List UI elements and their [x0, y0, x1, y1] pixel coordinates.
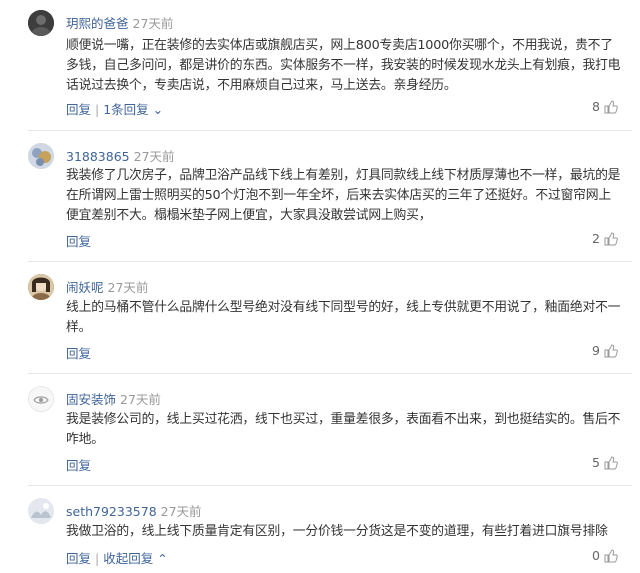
separator: |: [95, 102, 100, 117]
like-button[interactable]: 5: [592, 455, 618, 470]
view-replies-button[interactable]: 1条回复: [103, 102, 148, 117]
thumbs-up-icon: [604, 231, 618, 245]
username[interactable]: 闹妖呢: [66, 280, 104, 295]
comment-text: 我做卫浴的，线上线下质量肯定有区别，一分价钱一分货这是不变的道理，有些打着进口旗…: [66, 524, 608, 539]
avatar[interactable]: [28, 274, 54, 300]
avatar[interactable]: [28, 143, 54, 169]
comment-actions: 回复: [66, 231, 91, 250]
comment-author[interactable]: 31883865 27天前: [66, 146, 175, 165]
like-count: 8: [592, 99, 600, 114]
comment-text: 我装修了几次房子，品牌卫浴产品线下线上有差别，灯具同款线上线下材质厚薄也不一样，…: [66, 168, 621, 223]
thumbs-up-icon: [604, 343, 618, 357]
comment-time: 27天前: [133, 149, 175, 164]
comment-actions: 回复 | 收起回复 ⌃: [66, 548, 168, 567]
divider: [28, 261, 632, 262]
comment-time: 27天前: [160, 504, 202, 519]
like-button[interactable]: 2: [592, 231, 618, 246]
username[interactable]: seth79233578: [66, 504, 157, 519]
collapse-replies-button[interactable]: 收起回复: [103, 551, 153, 566]
username[interactable]: 玥熙的爸爸: [66, 16, 129, 31]
like-button[interactable]: 0: [592, 548, 618, 563]
reply-button[interactable]: 回复: [66, 234, 91, 249]
divider: [28, 130, 632, 131]
comment-actions: 回复: [66, 455, 91, 474]
reply-button[interactable]: 回复: [66, 551, 91, 566]
thumbs-up-icon: [604, 455, 618, 469]
like-count: 9: [592, 343, 600, 358]
comment-author[interactable]: 玥熙的爸爸 27天前: [66, 13, 173, 32]
like-count: 0: [592, 548, 600, 563]
separator: |: [95, 551, 100, 566]
comment-text: 顺便说一嘴，正在装修的去实体店或旗舰店买，网上800专卖店1000你买哪个，不用…: [66, 38, 621, 93]
chevron-up-icon[interactable]: ⌃: [153, 551, 167, 566]
reply-button[interactable]: 回复: [66, 458, 91, 473]
divider: [28, 373, 632, 374]
divider: [28, 485, 632, 486]
like-count: 2: [592, 231, 600, 246]
comment-actions: 回复 | 1条回复 ⌄: [66, 99, 163, 118]
avatar[interactable]: [28, 10, 54, 36]
like-button[interactable]: 9: [592, 343, 618, 358]
comment-text: 我是装修公司的，线上买过花洒，线下也买过，重量差很多，表面看不出来，到也挺结实的…: [66, 412, 621, 447]
avatar[interactable]: [28, 498, 54, 524]
like-count: 5: [592, 455, 600, 470]
comment-author[interactable]: 闹妖呢 27天前: [66, 277, 148, 296]
username[interactable]: 31883865: [66, 149, 130, 164]
username[interactable]: 固安装饰: [66, 392, 116, 407]
thumbs-up-icon: [604, 548, 618, 562]
comment-author[interactable]: 固安装饰 27天前: [66, 389, 161, 408]
comment-time: 27天前: [132, 16, 174, 31]
comment-text: 线上的马桶不管什么品牌什么型号绝对没有线下同型号的好，线上专供就更不用说了，釉面…: [66, 300, 621, 335]
avatar[interactable]: [28, 386, 54, 412]
like-button[interactable]: 8: [592, 99, 618, 114]
reply-button[interactable]: 回复: [66, 346, 91, 361]
comment-time: 27天前: [107, 280, 149, 295]
chevron-down-icon[interactable]: ⌄: [149, 102, 163, 117]
comment-actions: 回复: [66, 343, 91, 362]
comment-author[interactable]: seth79233578 27天前: [66, 501, 202, 520]
reply-button[interactable]: 回复: [66, 102, 91, 117]
comment-time: 27天前: [120, 392, 161, 407]
thumbs-up-icon: [604, 99, 618, 113]
